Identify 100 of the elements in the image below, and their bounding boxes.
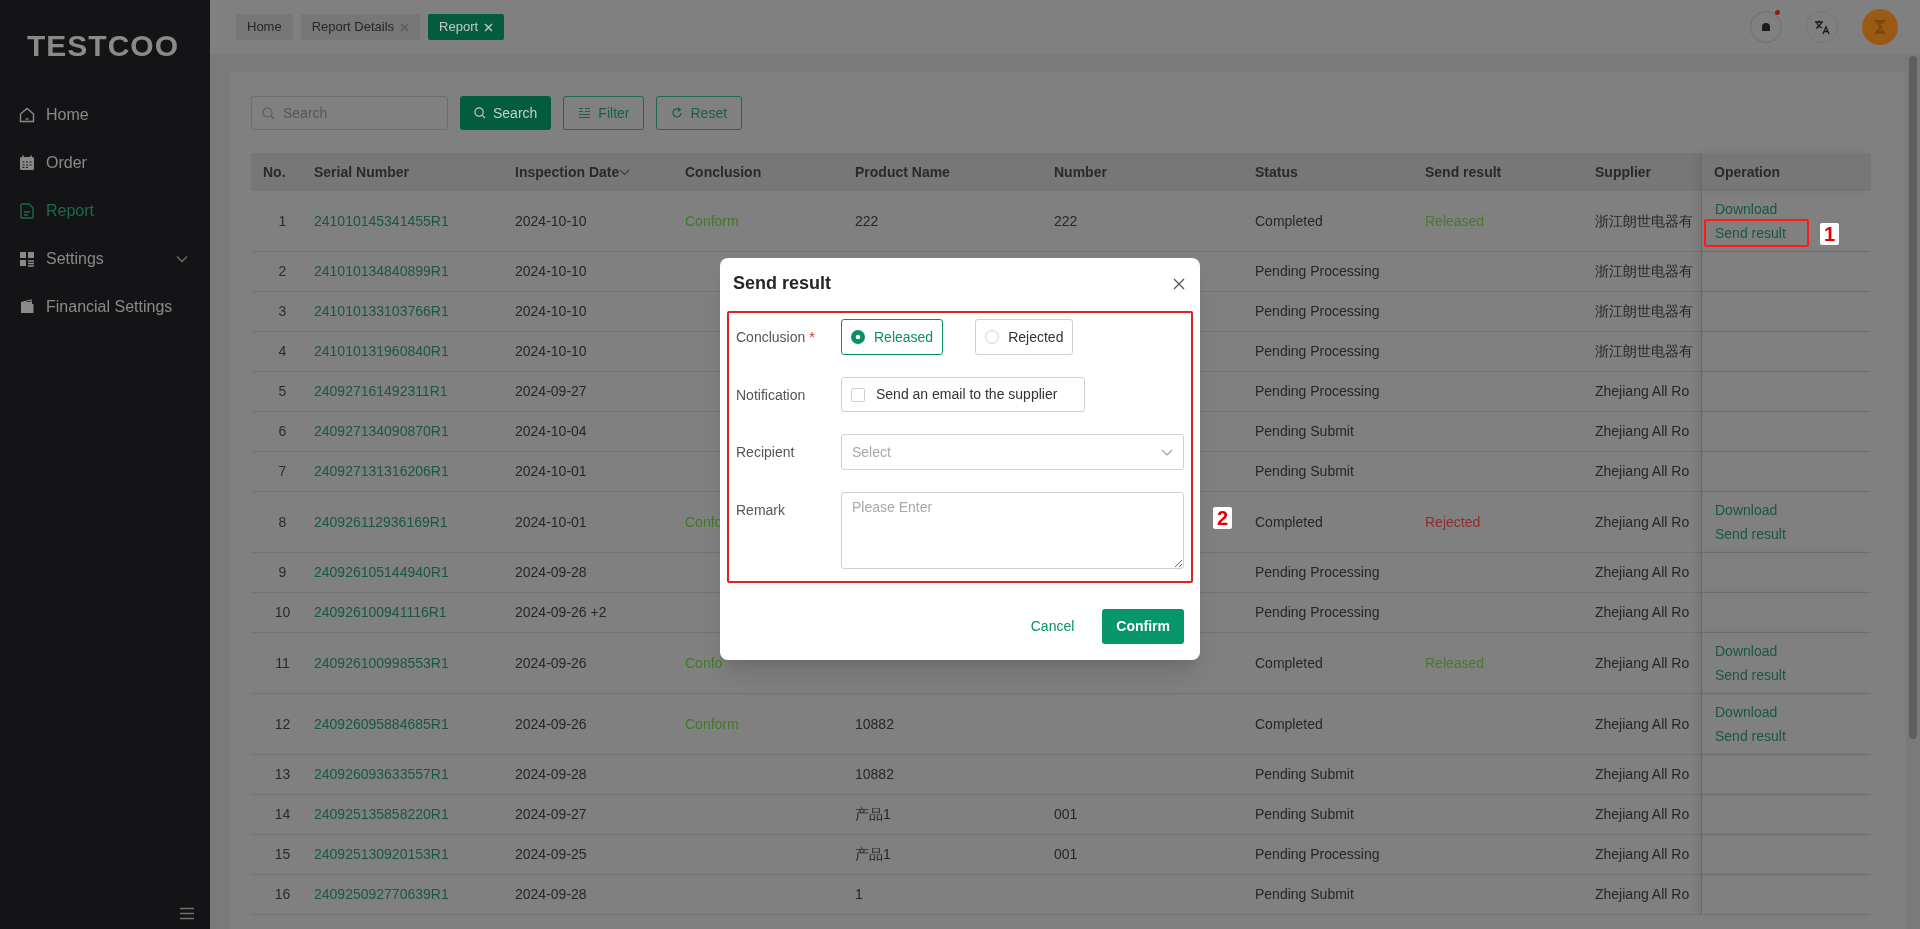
status-text: Pending Processing <box>1255 845 1380 864</box>
column-header: Inspection Date <box>515 161 631 183</box>
table-cell-text: 222 <box>855 211 879 231</box>
send-result-status: Rejected <box>1425 512 1481 532</box>
row-number: 13 <box>274 765 291 784</box>
supplier-cell-text: 浙江朗世电器有 <box>1595 262 1693 281</box>
supplier-cell-text: Zhejiang All Ro <box>1595 563 1690 582</box>
status-text: Pending Processing <box>1255 382 1380 401</box>
annotation-number: 2 <box>1213 507 1233 529</box>
serial-number-link[interactable]: 241010134840899R1 <box>314 261 449 282</box>
serial-number-link[interactable]: 240925092770639R1 <box>314 884 449 905</box>
status-text: Pending Processing <box>1255 603 1380 622</box>
download-link[interactable]: Download <box>1714 700 1779 724</box>
status-text: Completed <box>1255 653 1323 673</box>
status-text: Completed <box>1255 714 1323 734</box>
status-text: Pending Processing <box>1255 262 1380 281</box>
sort-chevron-icon[interactable] <box>619 168 631 176</box>
table-cell-text: 2024-10-04 <box>515 422 587 441</box>
dialog-title: Send result <box>733 272 832 295</box>
serial-number-link[interactable]: 240926095884685R1 <box>314 713 449 735</box>
search-button[interactable]: Search <box>460 96 552 130</box>
page-tab[interactable]: Report Details <box>300 14 421 40</box>
radio-option[interactable]: Rejected <box>975 319 1074 355</box>
annotation-number: 1 <box>1820 223 1840 245</box>
scrollbar-thumb[interactable] <box>1909 56 1917 739</box>
status-text: Pending Submit <box>1255 805 1354 824</box>
table-cell-text: 2024-09-28 <box>515 563 587 582</box>
serial-number-link[interactable]: 241010145341455R1 <box>314 210 449 232</box>
confirm-button[interactable]: Confirm <box>1102 609 1184 644</box>
send-result-link[interactable]: Send result <box>1714 724 1787 748</box>
column-header: No. <box>263 162 286 182</box>
supplier-cell-text: Zhejiang All Ro <box>1595 422 1690 441</box>
row-number: 16 <box>274 885 291 904</box>
download-link[interactable]: Download <box>1714 498 1779 522</box>
status-text: Pending Submit <box>1255 422 1354 441</box>
serial-number-link[interactable]: 240926105144940R1 <box>314 562 449 583</box>
radio-option[interactable]: Released <box>841 319 944 355</box>
conclusion-text: Confo <box>685 653 723 673</box>
serial-number-link[interactable]: 240926100998553R1 <box>314 652 449 674</box>
table-cell-text: 001 <box>1054 805 1078 824</box>
field-label: Remark <box>736 501 785 520</box>
row-number: 11 <box>275 653 290 673</box>
status-text: Pending Processing <box>1255 342 1380 361</box>
remark-field[interactable]: Please Enter <box>841 492 1184 569</box>
recipient-select[interactable]: Select <box>841 434 1184 470</box>
house-icon <box>18 106 36 124</box>
send-result-link[interactable]: Send result <box>1714 221 1787 245</box>
sidebar-item[interactable]: Financial Settings <box>0 283 210 331</box>
table-cell-text: 001 <box>1054 845 1078 864</box>
filter-button[interactable]: Filter <box>563 96 645 130</box>
chevron-down-icon <box>1161 448 1173 456</box>
status-text: Completed <box>1255 211 1323 231</box>
radio-empty-icon <box>985 330 1000 344</box>
column-header: Product Name <box>855 162 950 182</box>
serial-number-link[interactable]: 240927131316206R1 <box>314 461 449 482</box>
serial-number-link[interactable]: 241010131960840R1 <box>314 341 449 362</box>
search-icon <box>262 107 275 120</box>
download-link[interactable]: Download <box>1714 197 1779 221</box>
checkbox[interactable] <box>851 387 865 402</box>
menu-icon[interactable] <box>179 907 195 920</box>
serial-number-link[interactable]: 240925135858220R1 <box>314 804 449 825</box>
table-cell-text: 2024-09-26 +2 <box>515 603 607 622</box>
send-result-status: Released <box>1425 211 1485 231</box>
serial-number-link[interactable]: 240927161492311R1 <box>314 381 448 402</box>
serial-number-link[interactable]: 240925130920153R1 <box>314 844 449 865</box>
sidebar-item[interactable]: Report <box>0 187 210 235</box>
serial-number-link[interactable]: 240926112936169R1 <box>314 511 448 533</box>
supplier-cell-text: 浙江朗世电器有 <box>1595 211 1693 231</box>
reset-button[interactable]: Reset <box>656 96 743 130</box>
sidebar-item[interactable]: Home <box>0 91 210 139</box>
send-result-link[interactable]: Send result <box>1714 522 1787 546</box>
download-link[interactable]: Download <box>1714 639 1779 663</box>
checkbox-option[interactable]: Send an email to the supplier <box>841 377 1085 412</box>
bell-icon <box>1760 21 1772 33</box>
send-result-link[interactable]: Send result <box>1714 663 1787 687</box>
table-cell-text: 2024-09-28 <box>515 885 587 904</box>
filter-lines-icon <box>578 107 592 119</box>
field-label: Recipient <box>736 443 795 462</box>
field-label: Conclusion <box>736 328 806 347</box>
page-tab[interactable]: Report <box>428 14 505 40</box>
serial-number-link[interactable]: 240927134090870R1 <box>314 421 449 442</box>
translate-icon <box>1814 19 1830 35</box>
table-cell-text: 2024-09-27 <box>515 382 587 401</box>
table-cell-text: 2024-09-27 <box>515 805 587 824</box>
serial-number-link[interactable]: 241010133103766R1 <box>314 301 449 322</box>
sidebar-item[interactable]: Order <box>0 139 210 187</box>
supplier-cell-text: Zhejiang All Ro <box>1595 512 1690 532</box>
table-cell-text: 2024-09-25 <box>515 845 587 864</box>
search-icon <box>474 107 486 119</box>
page-tab[interactable]: Home <box>236 14 293 40</box>
sidebar-item[interactable]: Settings <box>0 235 210 283</box>
serial-number-link[interactable]: 240926100941116R1 <box>314 602 447 623</box>
table-cell-text: 2024-10-10 <box>515 302 587 321</box>
row-number: 8 <box>278 512 287 532</box>
field-label: Notification <box>736 386 806 405</box>
cancel-button[interactable]: Cancel <box>1024 609 1081 644</box>
user-avatar[interactable] <box>1862 9 1898 45</box>
serial-number-link[interactable]: 240926093633557R1 <box>314 764 449 785</box>
close-icon[interactable] <box>1173 277 1185 290</box>
logo-wordmark: TESTCOO <box>27 28 179 64</box>
